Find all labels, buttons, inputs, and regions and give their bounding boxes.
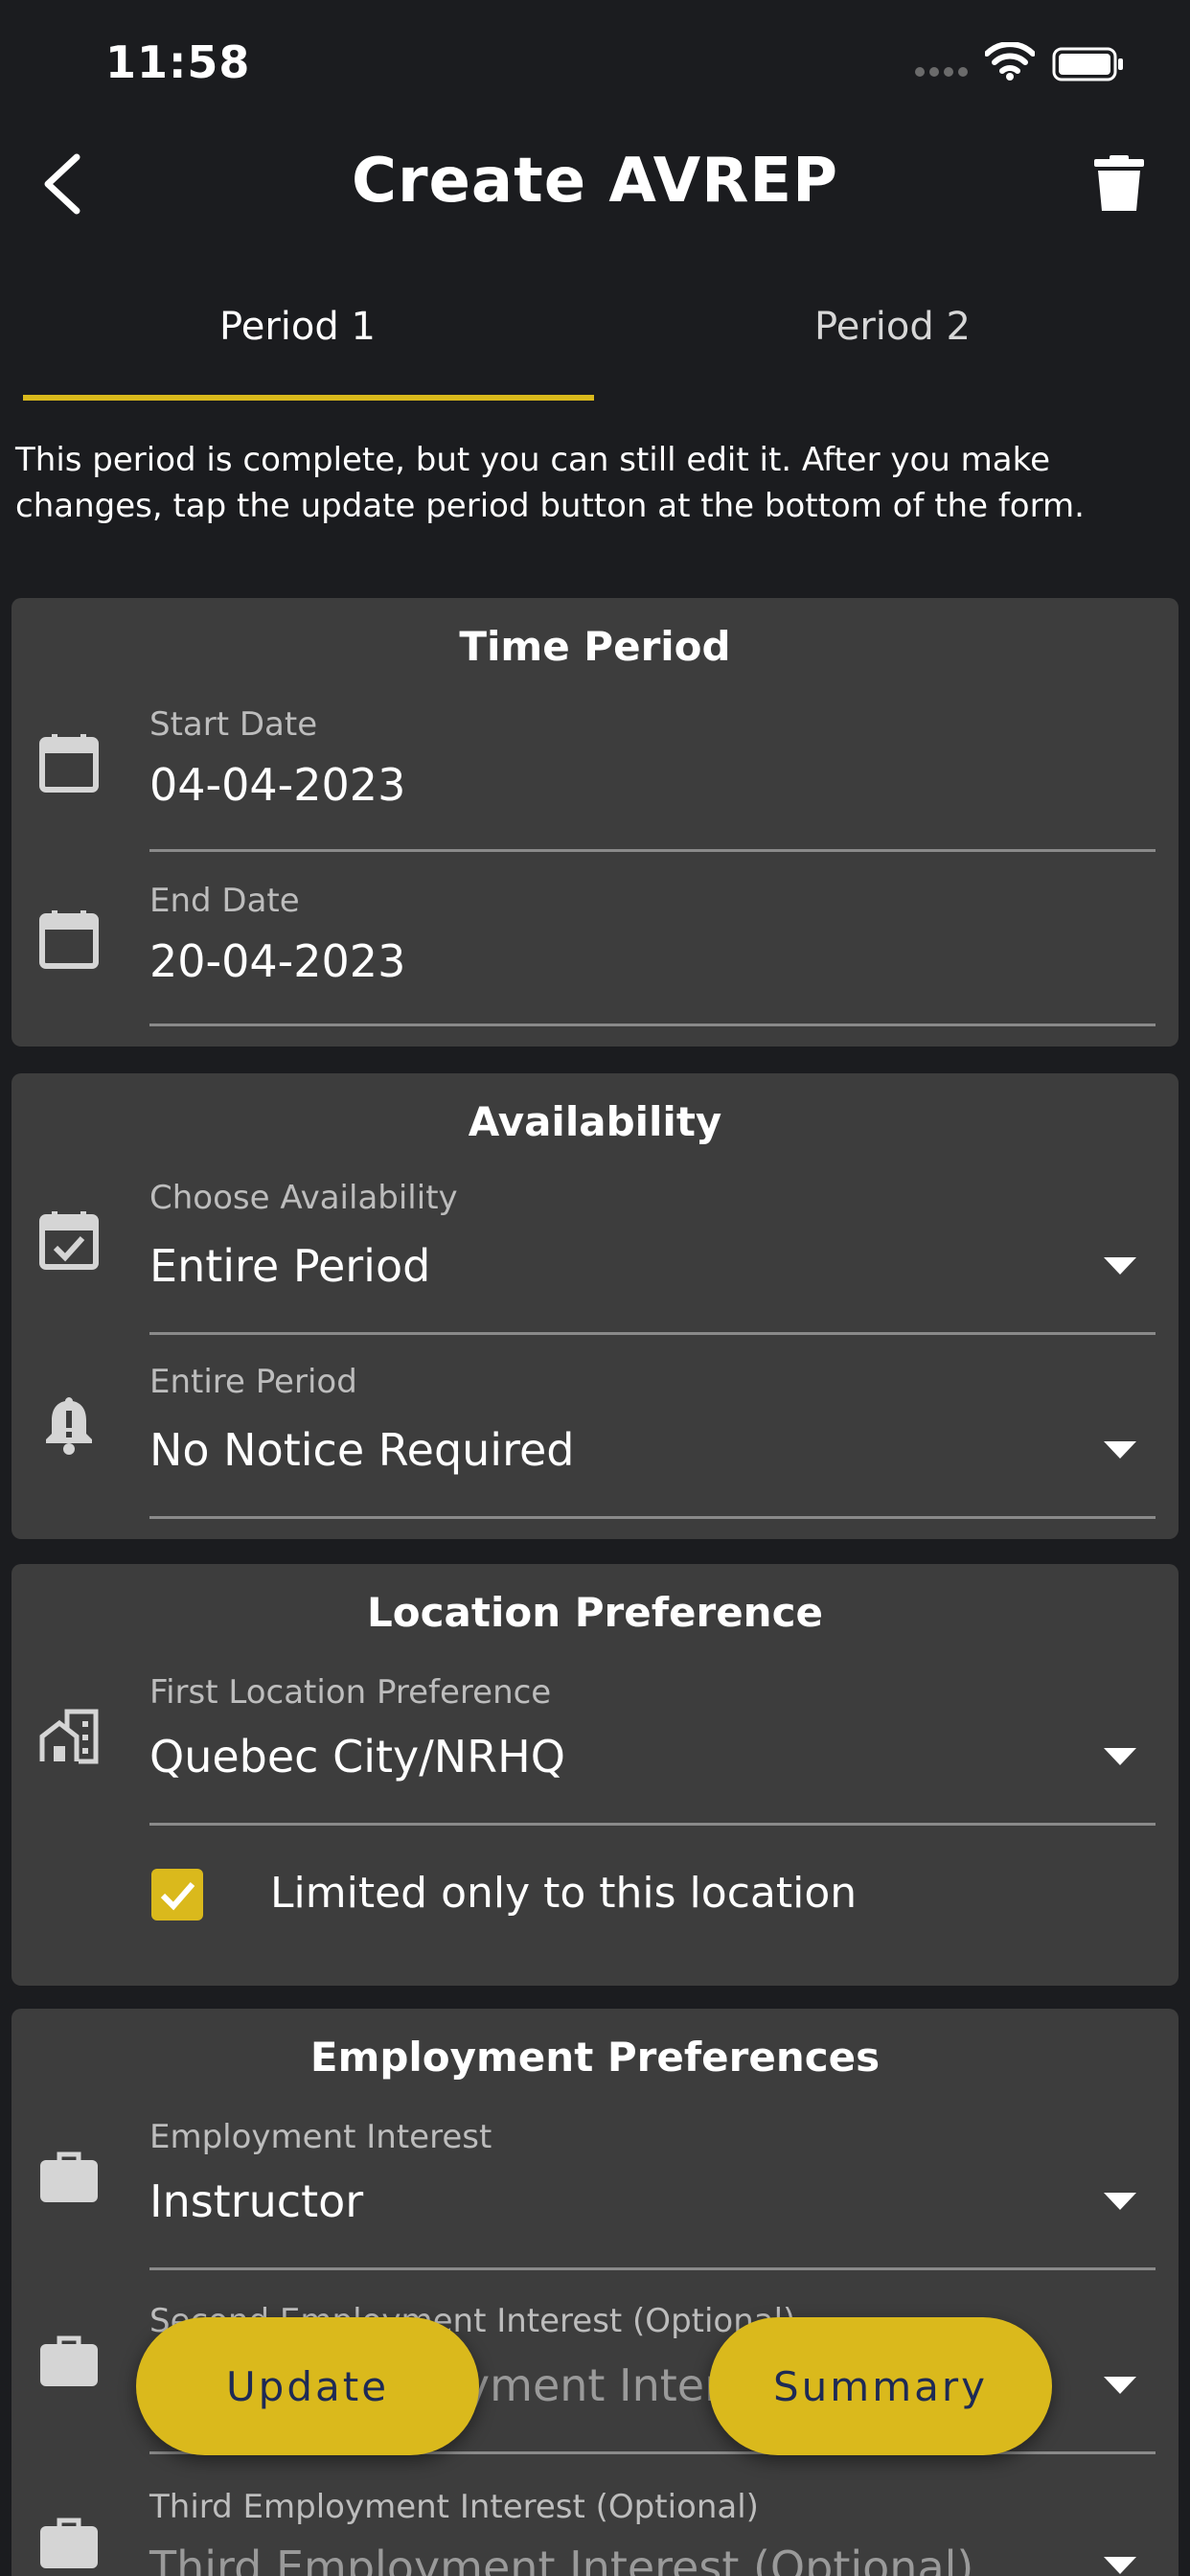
employment-interest-label: Employment Interest [149,2118,492,2156]
location-city-icon [39,1709,99,1764]
start-date-label: Start Date [149,705,318,744]
notice-underline [149,1516,1156,1519]
end-date-field[interactable]: 20-04-2023 [149,935,405,987]
notice-select[interactable]: No Notice Required [149,1424,575,1476]
briefcase-icon [40,2335,98,2386]
caret-down-icon[interactable] [1104,1441,1136,1459]
employment-interest-underline [149,2267,1156,2270]
calendar-icon [39,910,99,969]
tab-period-1[interactable]: Period 1 [0,305,595,349]
caret-down-icon[interactable] [1104,2557,1136,2574]
limited-location-label[interactable]: Limited only to this location [270,1869,857,1918]
calendar-icon [39,734,99,793]
active-tab-indicator [23,395,594,401]
choose-availability-select[interactable]: Entire Period [149,1240,430,1292]
wifi-icon [985,42,1035,80]
check-icon [160,1882,195,1911]
event-available-icon [39,1211,99,1270]
limited-location-checkbox[interactable] [151,1869,203,1920]
period-notice: This period is complete, but you can sti… [15,441,1085,525]
delete-button[interactable] [1092,155,1146,213]
cellular-signal-icon [915,67,969,77]
choose-availability-underline [149,1332,1156,1335]
start-date-underline [149,849,1156,852]
location-title: Location Preference [367,1589,823,1636]
third-employment-label: Third Employment Interest (Optional) [149,2488,759,2526]
employment-interest-select[interactable]: Instructor [149,2175,363,2227]
caret-down-icon[interactable] [1104,2377,1136,2394]
page-title: Create AVREP [351,146,839,217]
start-date-field[interactable]: 04-04-2023 [149,759,405,811]
time-period-title: Time Period [459,623,731,670]
briefcase-icon [40,2151,98,2202]
caret-down-icon[interactable] [1104,2193,1136,2210]
update-button[interactable]: Update [136,2317,479,2455]
end-date-label: End Date [149,882,300,920]
employment-title: Employment Preferences [309,2034,881,2081]
first-location-label: First Location Preference [149,1673,552,1712]
battery-icon [1052,47,1123,81]
availability-title: Availability [468,1098,722,1145]
first-location-underline [149,1823,1156,1826]
summary-button[interactable]: Summary [709,2317,1052,2455]
end-date-underline [149,1024,1156,1026]
first-location-select[interactable]: Quebec City/NRHQ [149,1731,565,1782]
choose-availability-label: Choose Availability [149,1179,458,1217]
notice-label: Entire Period [149,1363,357,1401]
caret-down-icon[interactable] [1104,1748,1136,1765]
third-employment-select[interactable]: Third Employment Interest (Optional) [149,2542,973,2576]
status-time: 11:58 [105,36,251,88]
tab-period-2[interactable]: Period 2 [595,305,1190,349]
briefcase-icon [40,2518,98,2568]
bell-alert-icon [46,1397,92,1455]
caret-down-icon[interactable] [1104,1257,1136,1275]
